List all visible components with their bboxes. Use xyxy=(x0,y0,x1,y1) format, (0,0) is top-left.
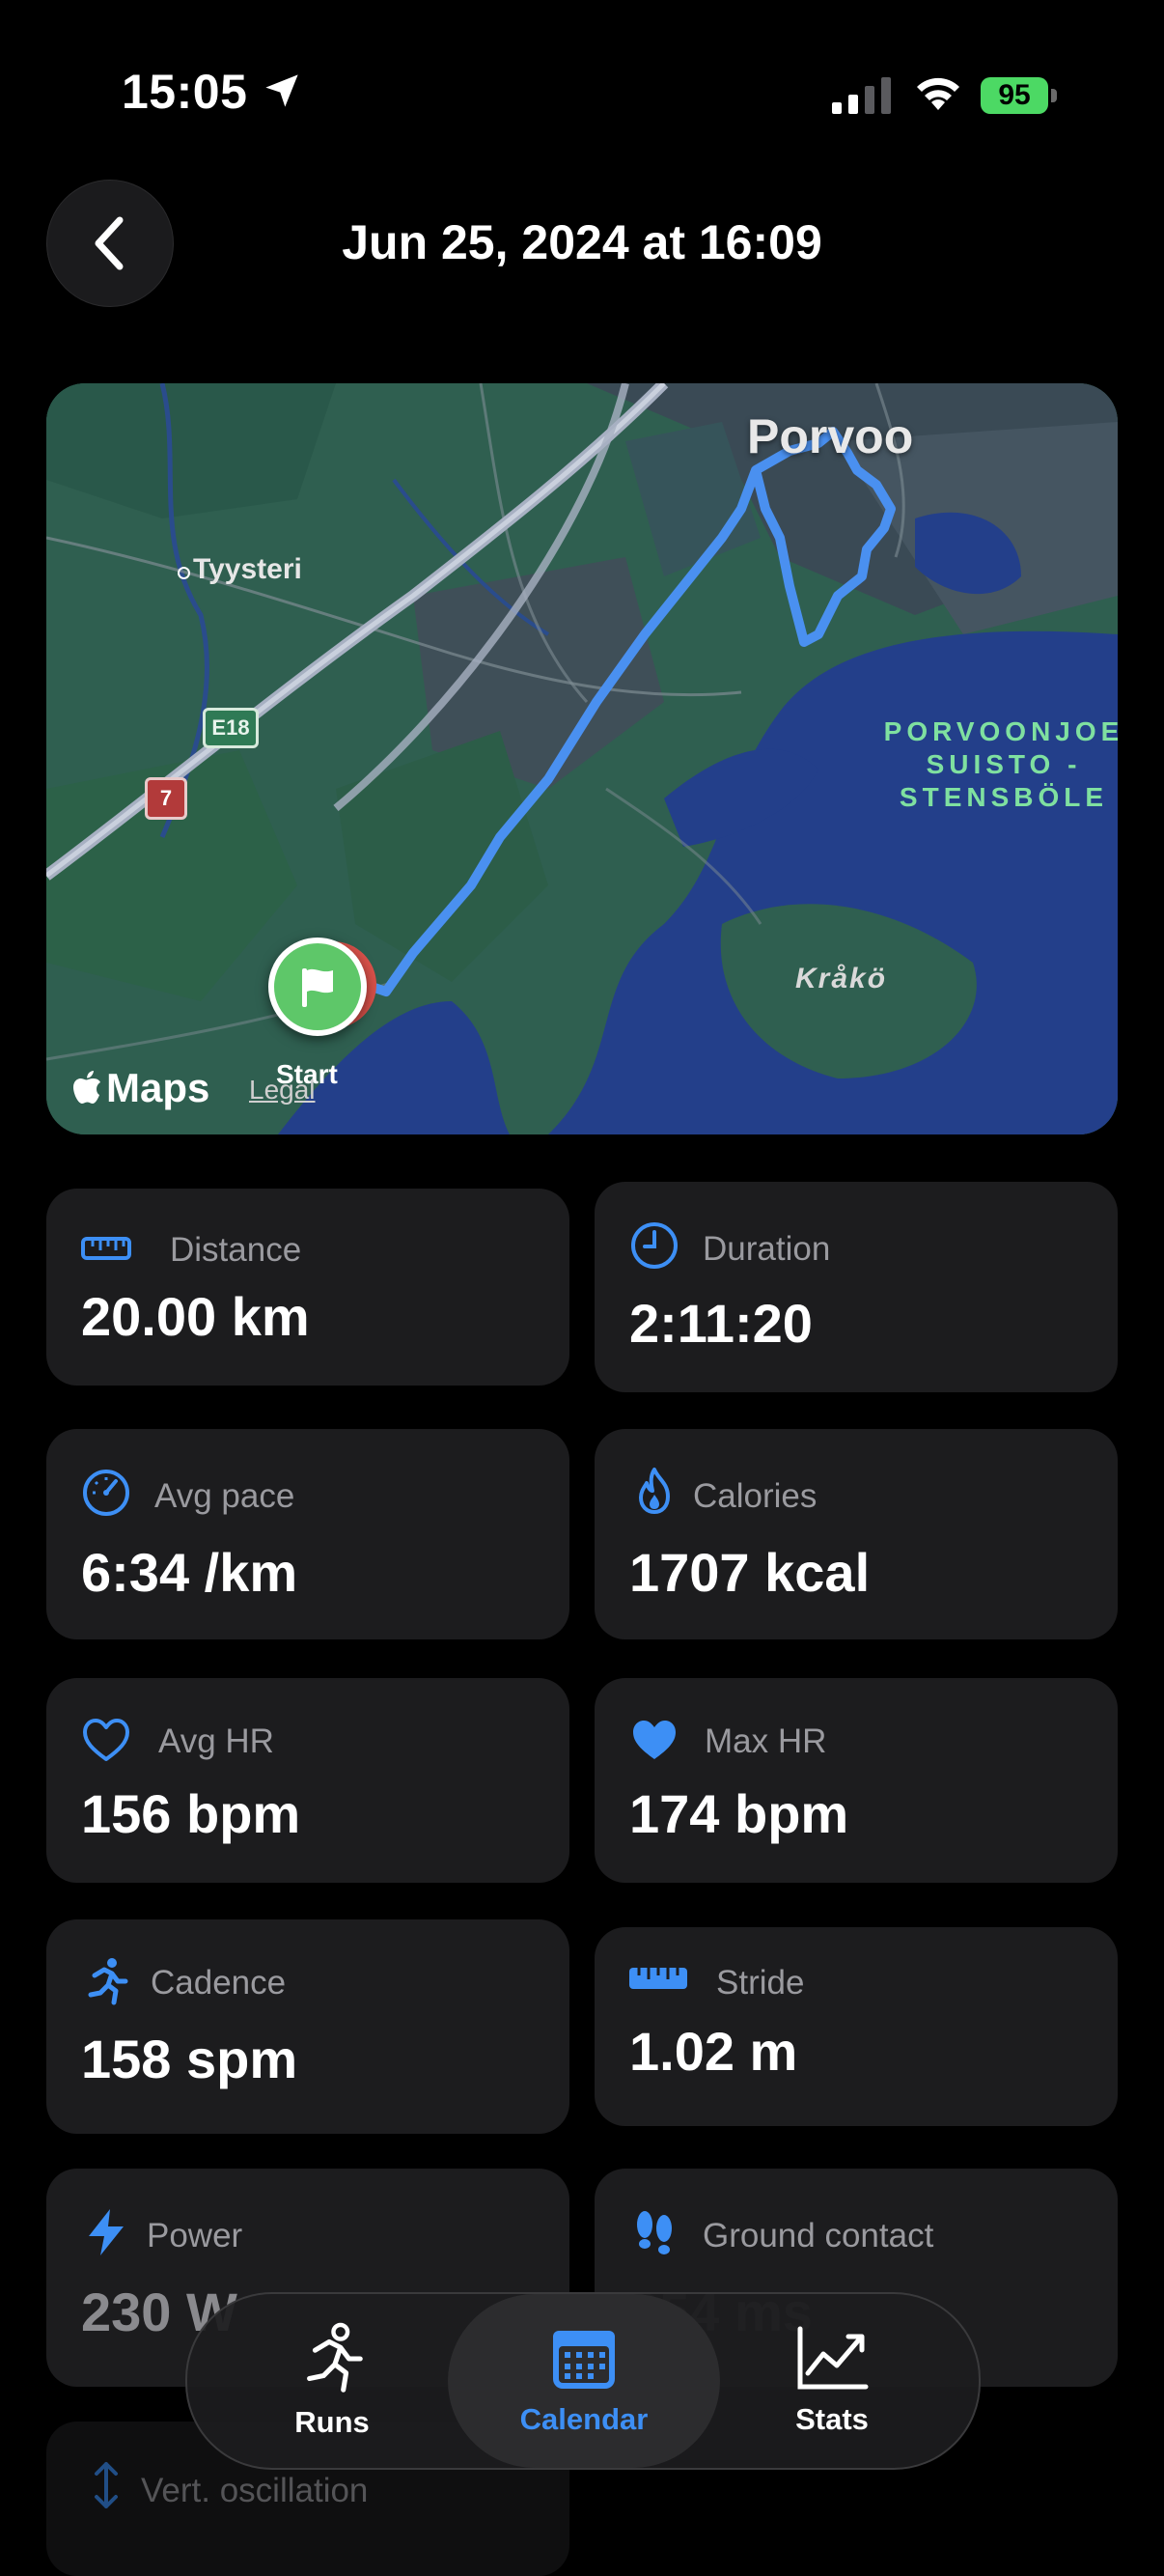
tab-label: Calendar xyxy=(519,2402,649,2436)
stat-label: Ground contact xyxy=(703,2217,934,2254)
heart-filled-icon xyxy=(633,1721,676,1759)
maps-logo: Maps xyxy=(73,1065,209,1111)
flame-icon xyxy=(639,1468,670,1514)
road-shield-e18: E18 xyxy=(203,708,259,748)
wifi-icon xyxy=(917,77,959,110)
vertical-arrows-icon xyxy=(95,2462,118,2508)
clock-icon xyxy=(631,1222,678,1269)
stat-label: Power xyxy=(147,2217,243,2254)
stat-value: 1.02 m xyxy=(629,2021,798,2082)
island-label: Kråkö xyxy=(795,963,888,994)
village-marker xyxy=(178,567,190,579)
stat-label: Duration xyxy=(703,1230,831,1268)
stat-label: Cadence xyxy=(151,1964,287,2002)
runner-icon xyxy=(88,1958,128,2005)
stat-label: Calories xyxy=(693,1477,818,1515)
stat-value: 2:11:20 xyxy=(629,1293,813,1354)
status-time: 15:05 xyxy=(122,65,248,119)
tab-label: Stats xyxy=(795,2402,869,2436)
runner-icon xyxy=(307,2322,363,2393)
stat-card-distance: Distance 20.00 km xyxy=(46,1189,569,1386)
route-map[interactable]: Porvoo Tyysteri PORVOONJOE SUISTO - STEN… xyxy=(46,383,1118,1134)
page-title: Jun 25, 2024 at 16:09 xyxy=(342,215,822,269)
cellular-signal-icon xyxy=(832,77,891,114)
tab-label: Runs xyxy=(294,2405,370,2439)
stat-label: Max HR xyxy=(705,1722,827,1760)
tab-stats[interactable]: Stats xyxy=(755,2294,909,2468)
ruler-icon xyxy=(629,1968,687,1989)
tab-runs[interactable]: Runs xyxy=(255,2294,409,2468)
stat-card-avg-hr: Avg HR 156 bpm xyxy=(46,1678,569,1883)
stat-label: Vert. oscillation xyxy=(141,2472,369,2509)
stat-label: Stride xyxy=(716,1964,805,2002)
apple-logo-icon xyxy=(73,1071,100,1104)
tab-bar: Runs Calendar Stats xyxy=(185,2292,981,2470)
chart-icon xyxy=(797,2326,869,2390)
stat-value: 1707 kcal xyxy=(629,1542,871,1603)
stat-value: 20.00 km xyxy=(81,1286,310,1347)
tab-calendar[interactable]: Calendar xyxy=(448,2294,720,2468)
stat-card-duration: Duration 2:11:20 xyxy=(595,1182,1118,1392)
maps-brand-label: Maps xyxy=(106,1065,210,1110)
flag-icon xyxy=(302,968,333,1007)
stat-label: Avg pace xyxy=(154,1477,295,1515)
stat-label: Avg HR xyxy=(158,1722,274,1760)
stat-card-cadence: Cadence 158 spm xyxy=(46,1919,569,2134)
city-label: Porvoo xyxy=(747,409,914,463)
village-label: Tyysteri xyxy=(193,553,302,585)
stat-value: 158 spm xyxy=(81,2029,298,2089)
bolt-icon xyxy=(89,2209,124,2255)
calendar-icon xyxy=(553,2331,615,2389)
stat-card-max-hr: Max HR 174 bpm xyxy=(595,1678,1118,1883)
speedometer-icon xyxy=(83,1470,129,1516)
battery-level: 95 xyxy=(998,79,1031,111)
location-arrow-icon xyxy=(265,74,298,107)
stat-value: 6:34 /km xyxy=(81,1542,298,1603)
heart-outline-icon xyxy=(83,1719,129,1761)
start-pin[interactable] xyxy=(268,938,367,1036)
stat-label: Distance xyxy=(170,1231,302,1269)
battery-indicator: 95 xyxy=(981,77,1058,116)
legal-link[interactable]: Legal xyxy=(249,1075,316,1106)
ruler-icon xyxy=(81,1237,131,1260)
stat-card-calories: Calories 1707 kcal xyxy=(595,1429,1118,1639)
stat-card-avg-pace: Avg pace 6:34 /km xyxy=(46,1429,569,1639)
stat-value: 156 bpm xyxy=(81,1783,301,1844)
road-shield-7: 7 xyxy=(145,777,187,820)
stat-card-stride: Stride 1.02 m xyxy=(595,1927,1118,2126)
footprints-icon xyxy=(637,2211,672,2254)
stat-value: 174 bpm xyxy=(629,1783,849,1844)
park-label: PORVOONJOE SUISTO - STENSBÖLE xyxy=(883,716,1118,812)
